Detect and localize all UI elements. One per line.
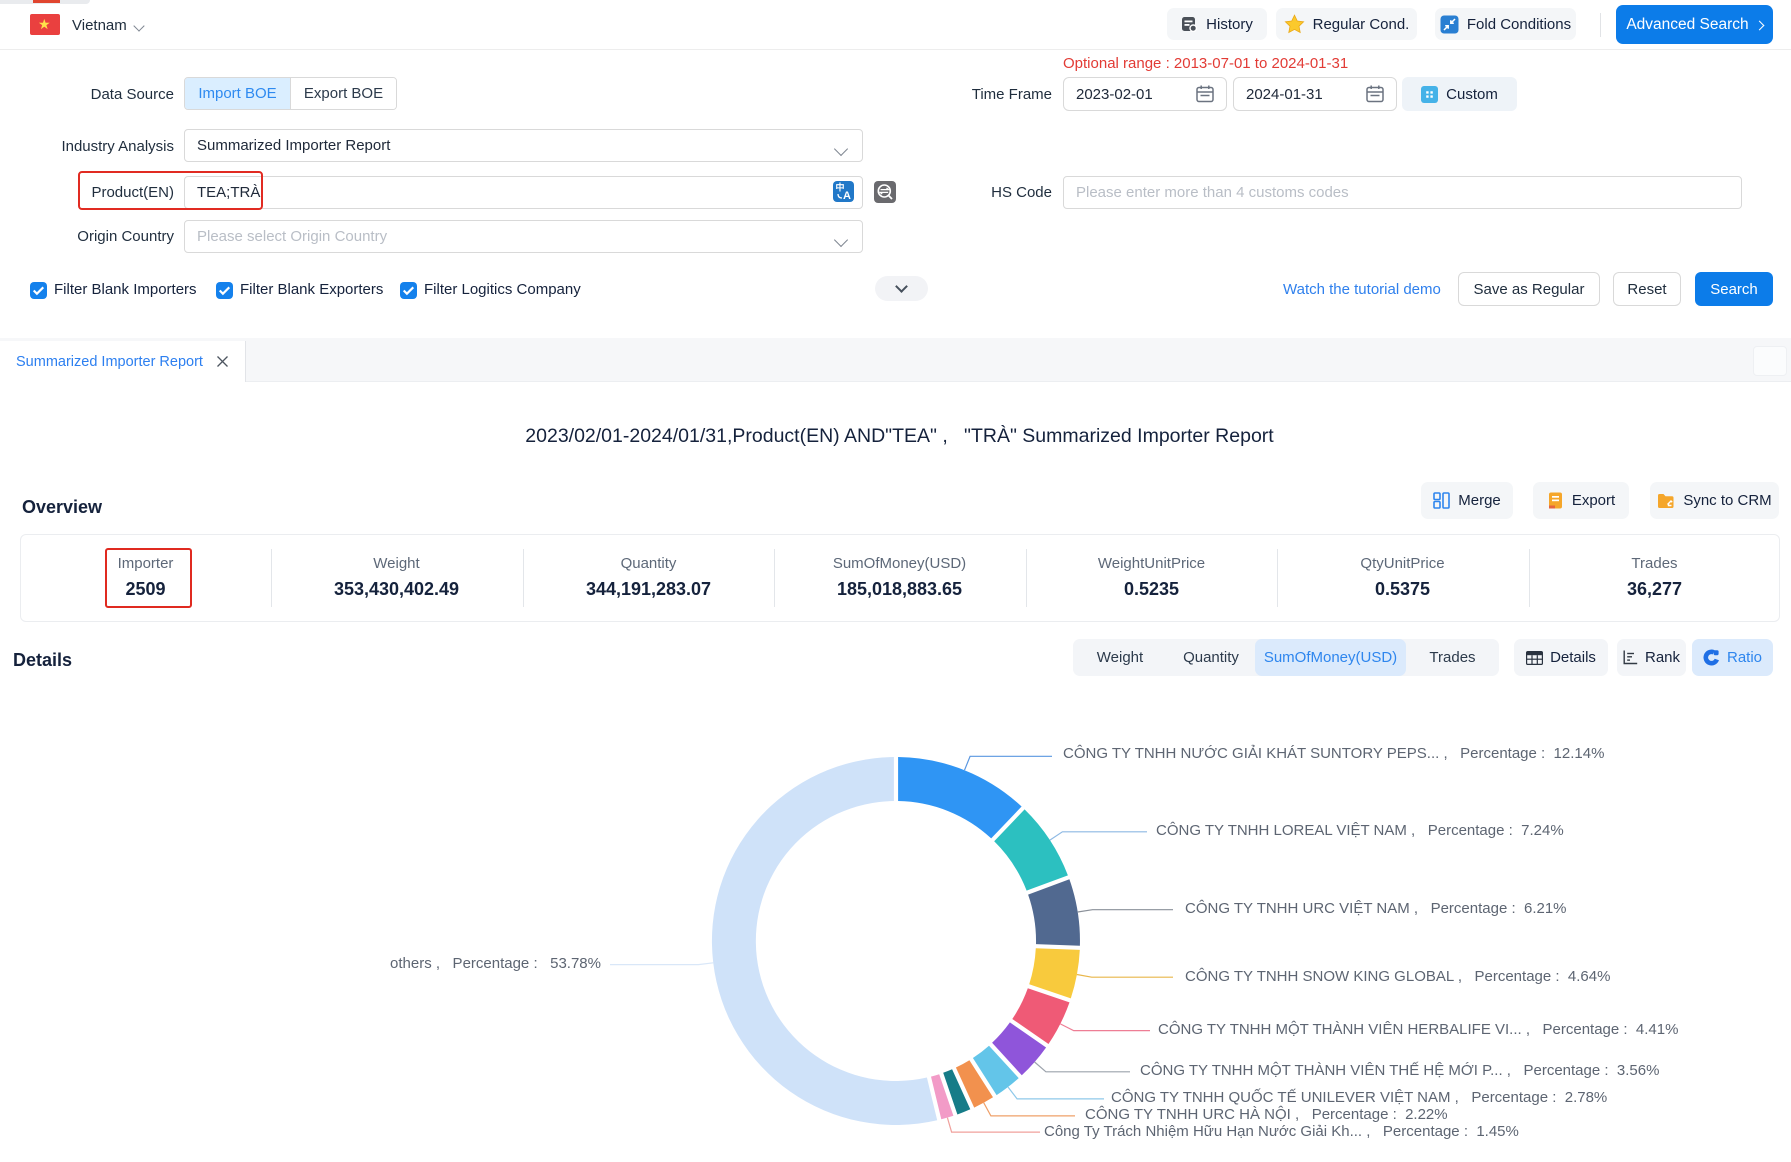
svg-text:A: A	[843, 190, 851, 202]
